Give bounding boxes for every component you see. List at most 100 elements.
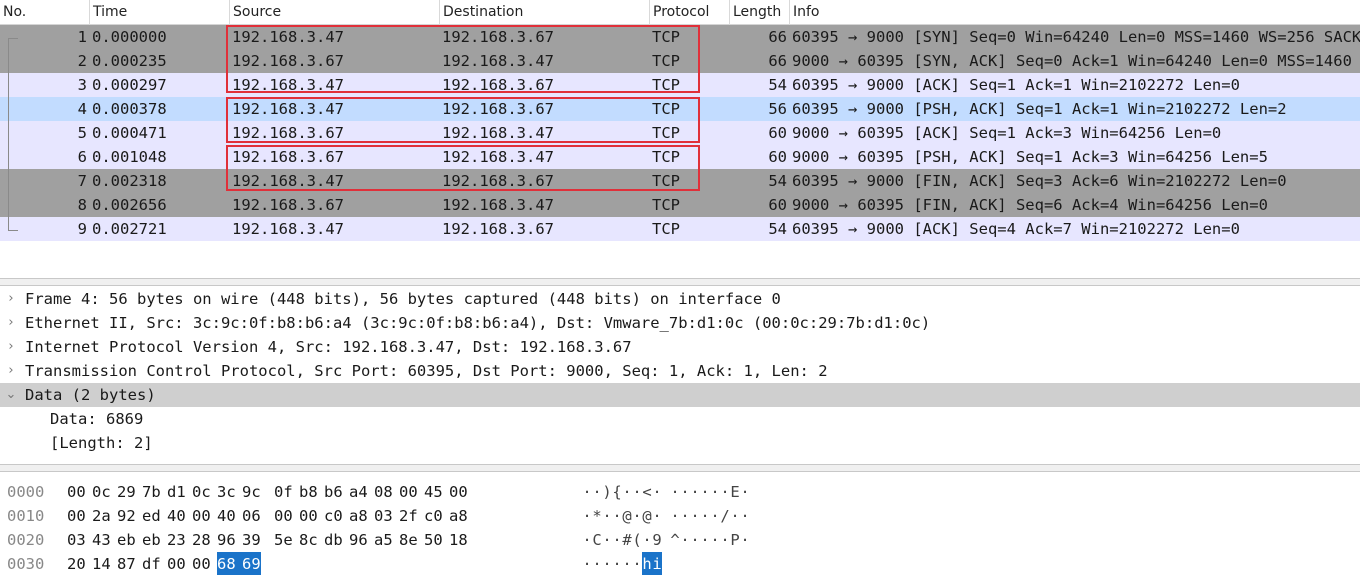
hex-ascii-char[interactable]: · bbox=[582, 552, 592, 575]
hex-ascii-char[interactable]: · bbox=[622, 552, 632, 575]
hex-ascii-char[interactable]: @ bbox=[642, 504, 652, 528]
hex-ascii-char[interactable]: · bbox=[720, 480, 730, 504]
detail-frame[interactable]: › Frame 4: 56 bytes on wire (448 bits), … bbox=[0, 287, 1360, 311]
hex-ascii-char[interactable]: i bbox=[652, 552, 662, 575]
pane-splitter-bottom[interactable] bbox=[0, 464, 1360, 472]
packet-row[interactable]: 8 0.002656 192.168.3.67 192.168.3.47 TCP… bbox=[0, 193, 1360, 217]
hex-byte[interactable]: eb bbox=[142, 528, 161, 552]
hex-byte[interactable]: 39 bbox=[242, 528, 261, 552]
hex-byte[interactable]: 00 bbox=[192, 552, 211, 575]
hex-byte[interactable]: 7b bbox=[142, 480, 161, 504]
hex-byte[interactable]: a8 bbox=[449, 504, 468, 528]
hex-ascii-char[interactable]: · bbox=[710, 528, 720, 552]
hex-ascii-char[interactable]: · bbox=[632, 480, 642, 504]
hex-ascii-char[interactable]: · bbox=[670, 504, 680, 528]
hex-ascii-char[interactable]: · bbox=[680, 480, 690, 504]
hex-ascii-char[interactable]: · bbox=[622, 480, 632, 504]
hex-byte[interactable]: a8 bbox=[349, 504, 368, 528]
hex-byte[interactable]: 00 bbox=[299, 504, 318, 528]
hex-ascii-char[interactable]: { bbox=[612, 480, 622, 504]
detail-data-value[interactable]: Data: 6869 bbox=[0, 407, 1360, 431]
hex-byte[interactable]: 14 bbox=[92, 552, 111, 575]
column-header-no[interactable]: No. bbox=[0, 0, 90, 25]
hex-ascii-char[interactable]: · bbox=[582, 504, 592, 528]
expand-arrow-icon[interactable]: › bbox=[4, 359, 18, 383]
column-header-length[interactable]: Length bbox=[730, 0, 790, 25]
column-header-info[interactable]: Info bbox=[790, 0, 1360, 25]
hex-byte[interactable]: ed bbox=[142, 504, 161, 528]
packet-row[interactable]: 9 0.002721 192.168.3.47 192.168.3.67 TCP… bbox=[0, 217, 1360, 241]
hex-byte[interactable]: 45 bbox=[424, 480, 443, 504]
hex-ascii-char[interactable]: · bbox=[582, 528, 592, 552]
hex-ascii-char[interactable]: · bbox=[740, 480, 750, 504]
hex-byte[interactable]: 43 bbox=[92, 528, 111, 552]
hex-byte[interactable]: 0c bbox=[92, 480, 111, 504]
hex-ascii-char[interactable]: · bbox=[632, 552, 642, 575]
hex-ascii-char[interactable]: * bbox=[592, 504, 602, 528]
hex-ascii-char[interactable]: C bbox=[592, 528, 602, 552]
hex-byte[interactable]: 96 bbox=[217, 528, 236, 552]
hex-dump[interactable]: 0000 00 0c 29 7b d1 0c 3c 9c 0f b8 b6 a4 08 00 45 00 · ·){… bbox=[0, 480, 1360, 575]
hex-ascii-char[interactable]: · bbox=[602, 504, 612, 528]
column-header-source[interactable]: Source bbox=[230, 0, 440, 25]
column-header-destination[interactable]: Destination bbox=[440, 0, 650, 25]
hex-ascii-char[interactable]: · bbox=[652, 504, 662, 528]
packet-details[interactable]: › Frame 4: 56 bytes on wire (448 bits), … bbox=[0, 287, 1360, 463]
hex-ascii-char[interactable]: · bbox=[710, 504, 720, 528]
hex-byte[interactable]: a4 bbox=[349, 480, 368, 504]
expand-arrow-icon[interactable]: › bbox=[4, 311, 18, 335]
hex-byte[interactable]: 0f bbox=[274, 480, 293, 504]
hex-ascii-char[interactable]: · bbox=[612, 552, 622, 575]
hex-ascii-char[interactable]: E bbox=[730, 480, 740, 504]
hex-ascii-char[interactable]: ( bbox=[632, 528, 642, 552]
hex-byte[interactable]: 00 bbox=[167, 552, 186, 575]
hex-ascii-char[interactable]: · bbox=[700, 480, 710, 504]
hex-byte[interactable]: 5e bbox=[274, 528, 293, 552]
hex-byte[interactable]: 00 bbox=[192, 504, 211, 528]
hex-ascii-char[interactable]: · bbox=[642, 528, 652, 552]
hex-byte[interactable]: 28 bbox=[192, 528, 211, 552]
hex-ascii-char[interactable]: # bbox=[622, 528, 632, 552]
hex-ascii-char[interactable]: · bbox=[680, 528, 690, 552]
hex-ascii-char[interactable]: @ bbox=[622, 504, 632, 528]
hex-ascii-char[interactable]: · bbox=[680, 504, 690, 528]
hex-ascii-char[interactable]: · bbox=[652, 480, 662, 504]
hex-byte[interactable]: 69 bbox=[242, 552, 261, 575]
hex-ascii-char[interactable]: · bbox=[582, 480, 592, 504]
hex-byte[interactable]: 68 bbox=[217, 552, 242, 575]
hex-ascii-char[interactable]: · bbox=[612, 504, 622, 528]
hex-byte[interactable]: 03 bbox=[374, 504, 393, 528]
hex-ascii-char[interactable]: < bbox=[642, 480, 652, 504]
hex-ascii-char[interactable]: · bbox=[740, 504, 750, 528]
hex-byte[interactable]: d1 bbox=[167, 480, 186, 504]
hex-ascii-char[interactable]: h bbox=[642, 552, 652, 575]
pane-splitter-top[interactable] bbox=[0, 278, 1360, 286]
collapse-arrow-icon[interactable]: ⌄ bbox=[4, 383, 18, 407]
hex-ascii-char[interactable]: ^ bbox=[670, 528, 680, 552]
detail-data-length[interactable]: [Length: 2] bbox=[0, 431, 1360, 455]
hex-byte[interactable]: 18 bbox=[449, 528, 468, 552]
hex-byte[interactable]: 2a bbox=[92, 504, 111, 528]
hex-byte[interactable]: 00 bbox=[67, 480, 86, 504]
hex-byte[interactable]: 20 bbox=[67, 552, 86, 575]
hex-byte[interactable]: 96 bbox=[349, 528, 368, 552]
hex-ascii-char[interactable]: 9 bbox=[652, 528, 662, 552]
hex-ascii-char[interactable]: · bbox=[700, 504, 710, 528]
detail-data-selected[interactable]: ⌄ Data (2 bytes) bbox=[0, 383, 1360, 407]
column-header-protocol[interactable]: Protocol bbox=[650, 0, 730, 25]
hex-ascii-char[interactable]: · bbox=[632, 504, 642, 528]
hex-byte[interactable]: 00 bbox=[67, 504, 86, 528]
hex-byte[interactable]: c0 bbox=[424, 504, 443, 528]
hex-byte[interactable]: 9c bbox=[242, 480, 261, 504]
hex-byte[interactable]: df bbox=[142, 552, 161, 575]
expand-arrow-icon[interactable]: › bbox=[4, 335, 18, 359]
hex-byte[interactable]: 40 bbox=[167, 504, 186, 528]
hex-ascii-char[interactable]: / bbox=[720, 504, 730, 528]
hex-byte[interactable]: db bbox=[324, 528, 343, 552]
hex-ascii-char[interactable]: ) bbox=[602, 480, 612, 504]
hex-ascii-char[interactable]: · bbox=[730, 504, 740, 528]
hex-ascii-char[interactable]: · bbox=[690, 504, 700, 528]
hex-ascii-char[interactable]: · bbox=[690, 480, 700, 504]
hex-byte[interactable]: 8c bbox=[299, 528, 318, 552]
hex-byte[interactable]: 8e bbox=[399, 528, 418, 552]
